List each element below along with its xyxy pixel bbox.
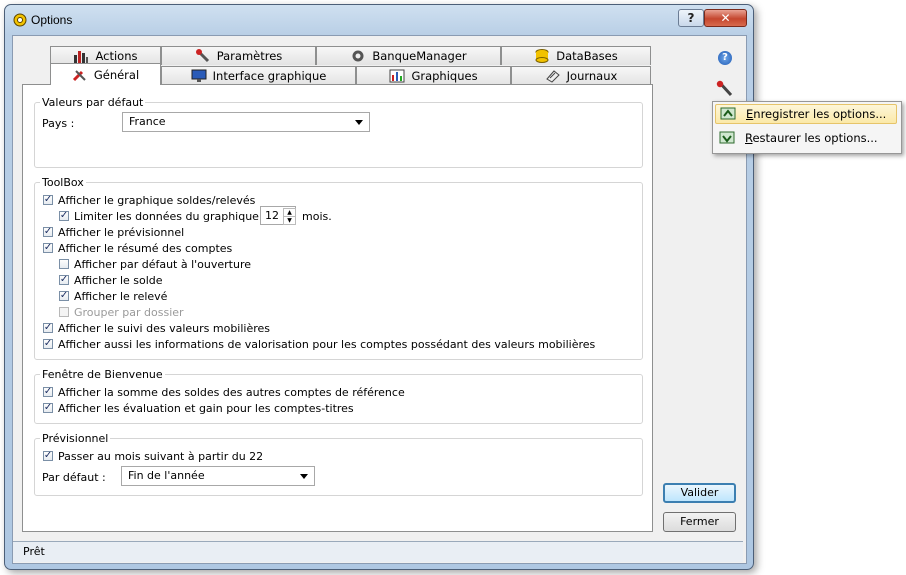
show-accounts-summary-label: Afficher le résumé des comptes bbox=[58, 242, 233, 255]
database-icon bbox=[534, 49, 550, 63]
months-unit-label: mois. bbox=[302, 210, 332, 223]
welcome-group bbox=[34, 374, 643, 424]
tab-interface-graphique[interactable]: Interface graphique bbox=[161, 66, 356, 85]
tab-label: DataBases bbox=[556, 49, 618, 63]
menu-item-label: Enregistrer les options... bbox=[746, 107, 887, 121]
next-month-checkbox[interactable]: ✓ bbox=[43, 451, 53, 461]
next-month-label: Passer au mois suivant à partir du 22 bbox=[58, 450, 264, 463]
show-accounts-summary-checkbox[interactable]: ✓ bbox=[43, 243, 53, 253]
help-icon[interactable]: ? bbox=[718, 51, 732, 65]
show-balance-chart-checkbox[interactable]: ✓ bbox=[43, 195, 53, 205]
tab-parametres[interactable]: Paramètres bbox=[161, 46, 316, 65]
default-period-value: Fin de l'année bbox=[128, 469, 205, 482]
tab-label: BanqueManager bbox=[372, 49, 467, 63]
monitor-icon bbox=[191, 69, 207, 83]
options-context-menu: Enregistrer les options... Restaurer les… bbox=[712, 101, 902, 154]
show-forecast-label: Afficher le prévisionnel bbox=[58, 226, 185, 239]
group-by-folder-checkbox bbox=[59, 307, 69, 317]
tab-label: Interface graphique bbox=[212, 69, 327, 83]
gear-icon bbox=[350, 49, 366, 63]
show-valuation-info-checkbox[interactable]: ✓ bbox=[43, 339, 53, 349]
limit-chart-data-label: Limiter les données du graphique à bbox=[74, 210, 270, 223]
country-value: France bbox=[129, 115, 166, 128]
validate-button[interactable]: Valider bbox=[663, 483, 736, 503]
forecast-legend: Prévisionnel bbox=[40, 432, 111, 445]
show-evaluation-gain-label: Afficher les évaluation et gain pour les… bbox=[58, 402, 354, 415]
months-value: 12 bbox=[265, 209, 279, 222]
tab-label: Journaux bbox=[566, 69, 618, 83]
tab-label: Paramètres bbox=[216, 49, 283, 63]
sum-reference-balances-checkbox[interactable]: ✓ bbox=[43, 387, 53, 397]
save-options-icon bbox=[720, 107, 736, 121]
group-by-folder-label: Grouper par dossier bbox=[74, 306, 184, 319]
tab-general[interactable]: Général bbox=[50, 63, 161, 85]
show-securities-label: Afficher le suivi des valeurs mobilières bbox=[58, 322, 271, 335]
toolbox-legend: ToolBox bbox=[40, 176, 86, 189]
menu-item-restore-options[interactable]: Restaurer les options... bbox=[715, 128, 897, 148]
tab-graphiques[interactable]: Graphiques bbox=[356, 66, 511, 85]
spin-down-icon[interactable]: ▼ bbox=[283, 216, 296, 225]
menu-item-label: Restaurer les options... bbox=[745, 131, 878, 145]
show-balance-label: Afficher le solde bbox=[74, 274, 163, 287]
tab-banquemanager[interactable]: BanqueManager bbox=[316, 46, 501, 65]
chart-icon bbox=[389, 69, 405, 83]
tab-journaux[interactable]: Journaux bbox=[511, 66, 651, 85]
chevron-down-icon bbox=[355, 120, 363, 125]
defaults-legend: Valeurs par défaut bbox=[40, 96, 146, 109]
app-gear-icon bbox=[12, 12, 28, 28]
status-bar: Prêt bbox=[13, 541, 743, 562]
show-balance-chart-label: Afficher le graphique soldes/relevés bbox=[58, 194, 256, 207]
default-period-label: Par défaut : bbox=[42, 471, 106, 484]
show-on-open-checkbox[interactable] bbox=[59, 259, 69, 269]
close-window-button[interactable]: ✕ bbox=[704, 9, 747, 27]
show-statement-label: Afficher le relevé bbox=[74, 290, 168, 303]
tab-label: Général bbox=[93, 67, 140, 82]
limit-chart-data-checkbox[interactable]: ✓ bbox=[59, 211, 69, 221]
months-spinbox[interactable]: 12 ▲ ▼ bbox=[260, 206, 296, 225]
window-title: Options bbox=[31, 13, 73, 27]
menu-item-save-options[interactable]: Enregistrer les options... bbox=[715, 104, 897, 124]
country-select[interactable]: France bbox=[122, 112, 370, 132]
wrench-icon bbox=[195, 49, 211, 63]
tab-label: Actions bbox=[95, 49, 138, 63]
restore-options-icon bbox=[719, 131, 735, 145]
close-button[interactable]: Fermer bbox=[663, 512, 736, 532]
country-label: Pays : bbox=[42, 117, 75, 130]
show-evaluation-gain-checkbox[interactable]: ✓ bbox=[43, 403, 53, 413]
chevron-down-icon bbox=[300, 474, 308, 479]
welcome-legend: Fenêtre de Bienvenue bbox=[40, 368, 165, 381]
default-period-select[interactable]: Fin de l'année bbox=[121, 466, 315, 486]
show-statement-checkbox[interactable]: ✓ bbox=[59, 291, 69, 301]
show-forecast-checkbox[interactable]: ✓ bbox=[43, 227, 53, 237]
show-balance-checkbox[interactable]: ✓ bbox=[59, 275, 69, 285]
status-text: Prêt bbox=[23, 545, 45, 558]
tab-databases[interactable]: DataBases bbox=[501, 46, 651, 65]
show-on-open-label: Afficher par défaut à l'ouverture bbox=[74, 258, 252, 271]
sum-reference-balances-label: Afficher la somme des soldes des autres … bbox=[58, 386, 405, 399]
show-securities-checkbox[interactable]: ✓ bbox=[43, 323, 53, 333]
help-title-button[interactable]: ? bbox=[678, 9, 704, 27]
journal-icon bbox=[545, 69, 561, 83]
show-valuation-info-label: Afficher aussi les informations de valor… bbox=[58, 338, 596, 351]
tools-icon bbox=[72, 68, 88, 82]
bar-chart-icon bbox=[73, 49, 89, 63]
tab-label: Graphiques bbox=[411, 69, 478, 83]
wrench-icon[interactable] bbox=[716, 80, 734, 98]
